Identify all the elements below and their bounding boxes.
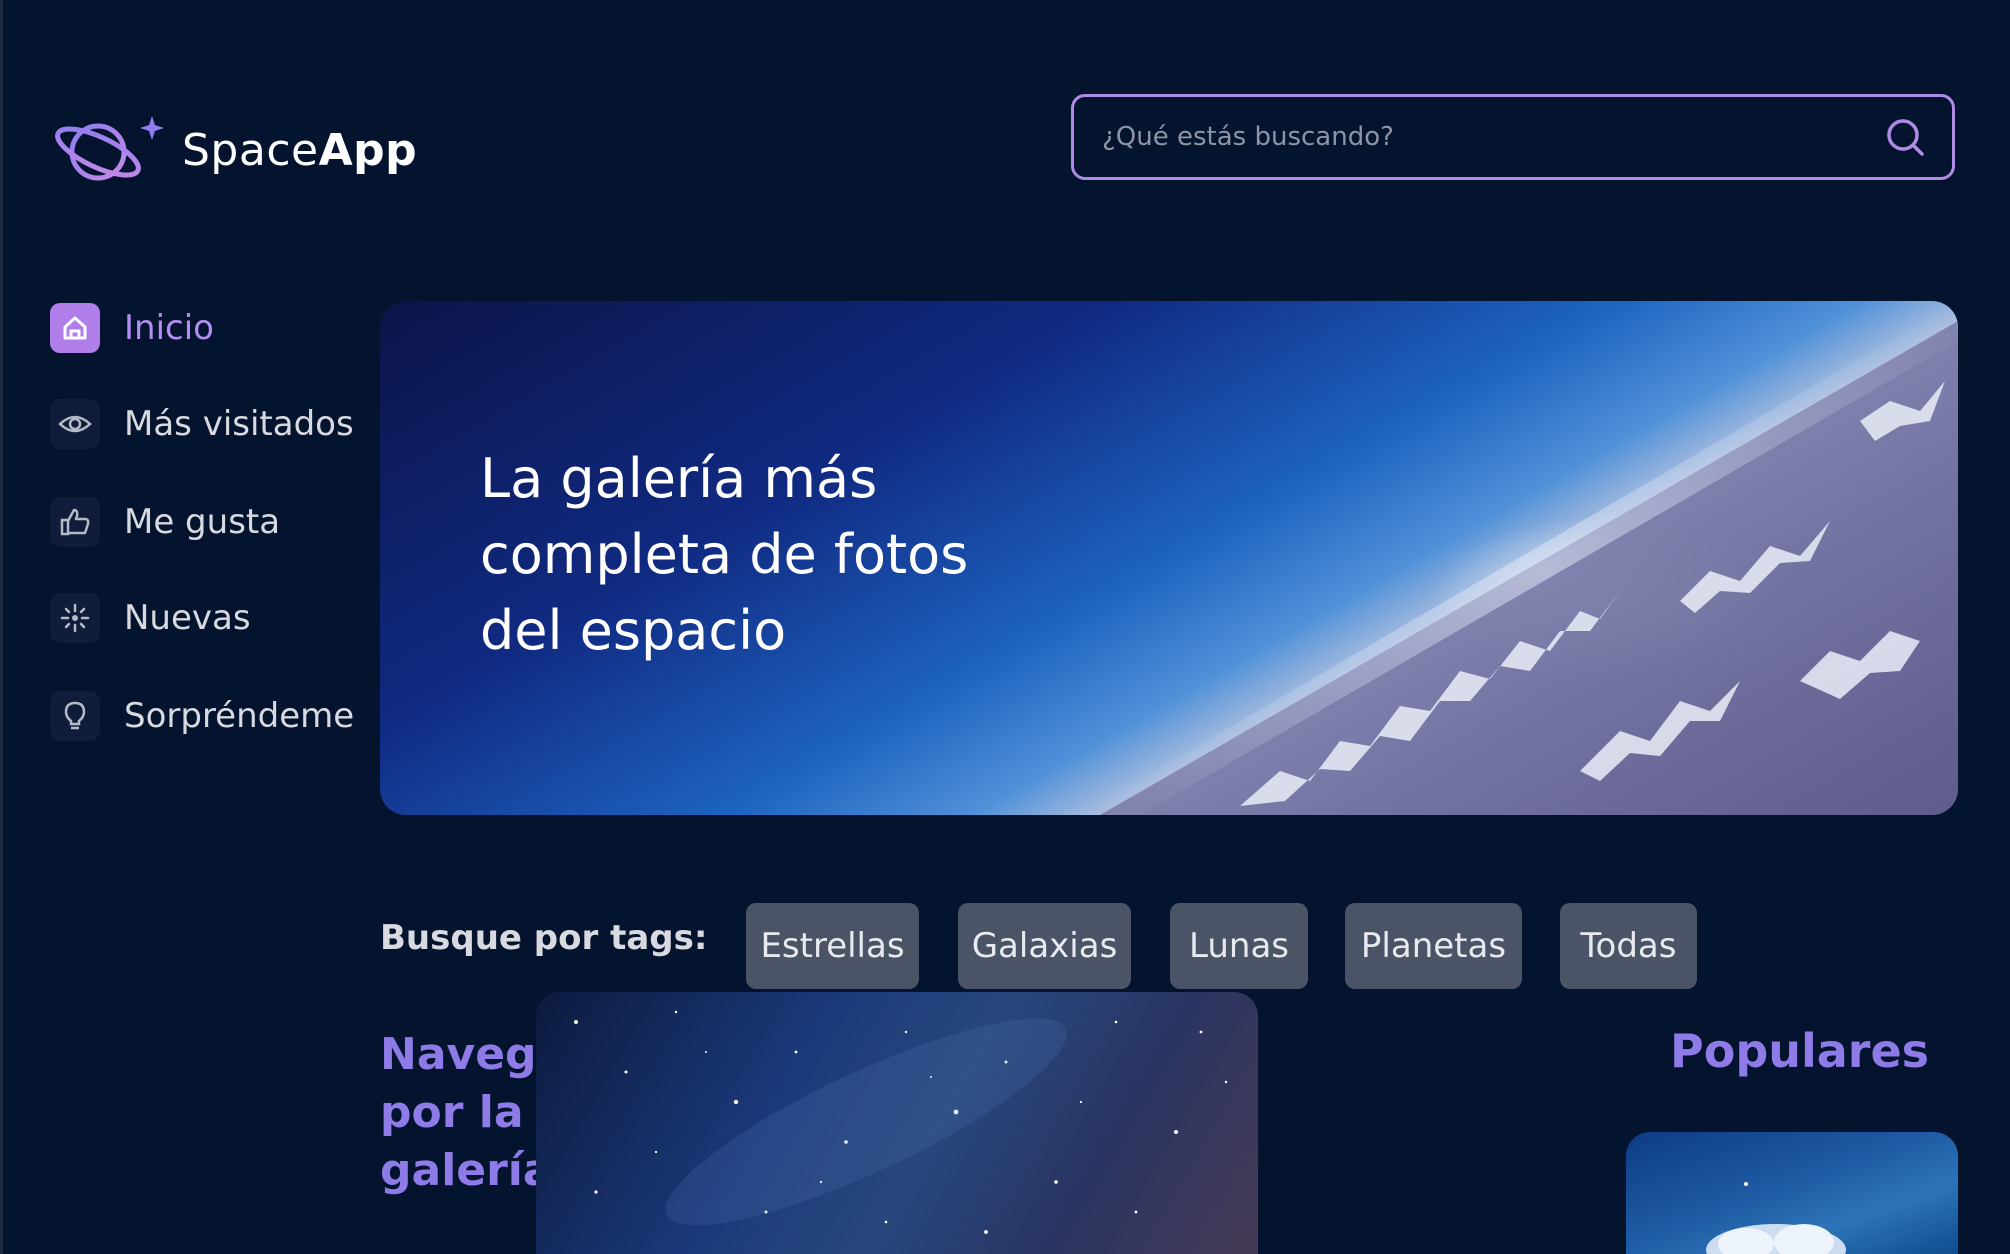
sidebar-item-label: Nuevas	[124, 598, 251, 638]
sidebar-item-label: Inicio	[124, 308, 214, 348]
lightbulb-icon	[50, 691, 100, 741]
brand-name-light: Space	[182, 124, 319, 176]
hero-banner: La galería más completa de fotos del esp…	[380, 301, 1958, 815]
search-input[interactable]	[1100, 121, 1882, 153]
cloud-sky-image	[1706, 1182, 1846, 1254]
gallery-image[interactable]	[536, 992, 1258, 1254]
home-icon	[50, 303, 100, 353]
thumbs-up-icon	[50, 497, 100, 547]
tags-label: Busque por tags:	[380, 918, 708, 958]
sidebar-item-label: Me gusta	[124, 502, 281, 542]
sidebar-item-nuevas[interactable]: Nuevas	[50, 593, 251, 643]
eye-icon	[50, 399, 100, 449]
popular-heading: Populares	[1670, 1024, 1930, 1078]
popular-image[interactable]	[1626, 1132, 1958, 1254]
sidebar-item-sorprendeme[interactable]: Sorpréndeme	[50, 691, 354, 741]
logo[interactable]: SpaceApp	[52, 110, 417, 190]
tag-lunas[interactable]: Lunas	[1170, 903, 1308, 989]
window-edge	[0, 0, 3, 1254]
gallery-heading: Navega por la galería	[380, 1029, 567, 1196]
sidebar-item-inicio[interactable]: Inicio	[50, 303, 214, 353]
brand-name-bold: App	[318, 124, 418, 176]
brand-name: SpaceApp	[182, 125, 417, 176]
tag-todas[interactable]: Todas	[1560, 903, 1697, 989]
search-bar[interactable]	[1071, 94, 1955, 180]
sparkle-icon	[50, 593, 100, 643]
sidebar-item-mas-visitados[interactable]: Más visitados	[50, 399, 354, 449]
banner-title: La galería más completa de fotos del esp…	[480, 447, 969, 662]
starfield-image	[574, 1010, 1228, 1234]
tag-galaxias[interactable]: Galaxias	[958, 903, 1131, 989]
search-icon[interactable]	[1882, 114, 1928, 160]
sidebar-item-label: Sorpréndeme	[124, 696, 355, 736]
sidebar-item-label: Más visitados	[124, 404, 354, 444]
sidebar-item-me-gusta[interactable]: Me gusta	[50, 497, 280, 547]
tag-estrellas[interactable]: Estrellas	[746, 903, 919, 989]
tag-planetas[interactable]: Planetas	[1345, 903, 1522, 989]
planet-logo-icon	[55, 116, 164, 181]
